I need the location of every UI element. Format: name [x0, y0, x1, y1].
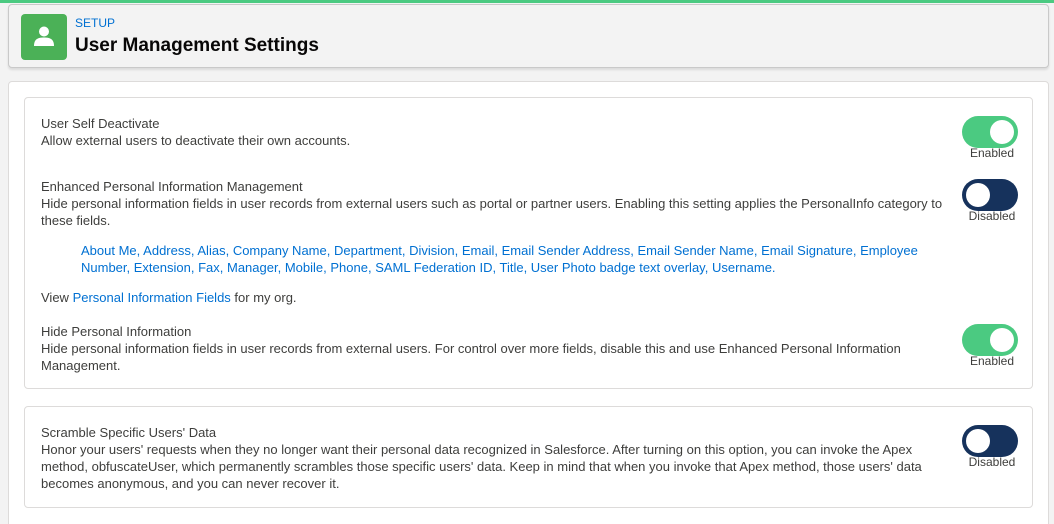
field-link[interactable]: Email — [462, 243, 495, 258]
hide-pi-toggle[interactable] — [962, 324, 1018, 356]
hide-pi-status: Enabled — [969, 354, 1015, 368]
field-link[interactable]: About Me — [81, 243, 137, 258]
enhanced-pim-description: Hide personal information fields in user… — [41, 196, 943, 228]
user-icon — [21, 14, 67, 60]
field-link[interactable]: Extension — [134, 260, 191, 275]
field-link[interactable]: Email Sender Name — [638, 243, 754, 258]
top-accent-bar — [0, 0, 1054, 3]
field-link[interactable]: Title — [499, 260, 523, 275]
self-deactivate-toggle[interactable] — [962, 116, 1018, 148]
enhanced-pim-title: Enhanced Personal Information Management — [41, 179, 303, 194]
self-deactivate-title: User Self Deactivate — [41, 116, 160, 131]
scramble-status: Disabled — [968, 455, 1016, 469]
enhanced-pim-toggle[interactable] — [962, 179, 1018, 211]
field-link[interactable]: Phone — [330, 260, 368, 275]
hide-pi-description: Hide personal information fields in user… — [41, 341, 901, 373]
scramble-title: Scramble Specific Users' Data — [41, 425, 217, 440]
field-link[interactable]: Username — [712, 260, 772, 275]
field-link[interactable]: Manager — [227, 260, 278, 275]
field-link[interactable]: Mobile — [285, 260, 323, 275]
hide-pi-title: Hide Personal Information — [41, 324, 192, 339]
field-link[interactable]: Email Signature — [761, 243, 853, 258]
field-link[interactable]: Fax — [198, 260, 220, 275]
field-link[interactable]: Department — [334, 243, 402, 258]
scramble-description: Honor your users' requests when they no … — [41, 442, 922, 491]
field-link[interactable]: Email Sender Address — [502, 243, 631, 258]
view-suffix: for my org. — [230, 290, 297, 305]
page-header: SETUP User Management Settings — [8, 4, 1049, 68]
personal-information-fields-link[interactable]: Personal Information Fields — [73, 290, 231, 305]
view-fields-line: View Personal Information Fields for my … — [41, 290, 297, 305]
toggle-knob — [990, 120, 1014, 144]
scramble-toggle[interactable] — [962, 425, 1018, 457]
toggle-knob — [966, 429, 990, 453]
toggle-knob — [966, 183, 990, 207]
self-deactivate-description: Allow external users to deactivate their… — [41, 133, 351, 148]
page-title: User Management Settings — [75, 35, 319, 56]
self-deactivate-status: Enabled — [969, 146, 1015, 160]
view-prefix: View — [41, 290, 73, 305]
field-link[interactable]: Alias — [197, 243, 225, 258]
field-link[interactable]: Division — [409, 243, 455, 258]
field-link[interactable]: Company Name — [233, 243, 327, 258]
toggle-knob — [990, 328, 1014, 352]
personal-info-fields-list: About Me, Address, Alias, Company Name, … — [81, 243, 918, 275]
field-link[interactable]: Address — [143, 243, 191, 258]
field-link[interactable]: SAML Federation ID — [375, 260, 492, 275]
field-link[interactable]: User Photo badge text overlay — [531, 260, 705, 275]
enhanced-pim-status: Disabled — [968, 209, 1016, 223]
breadcrumb-setup[interactable]: SETUP — [75, 16, 115, 30]
